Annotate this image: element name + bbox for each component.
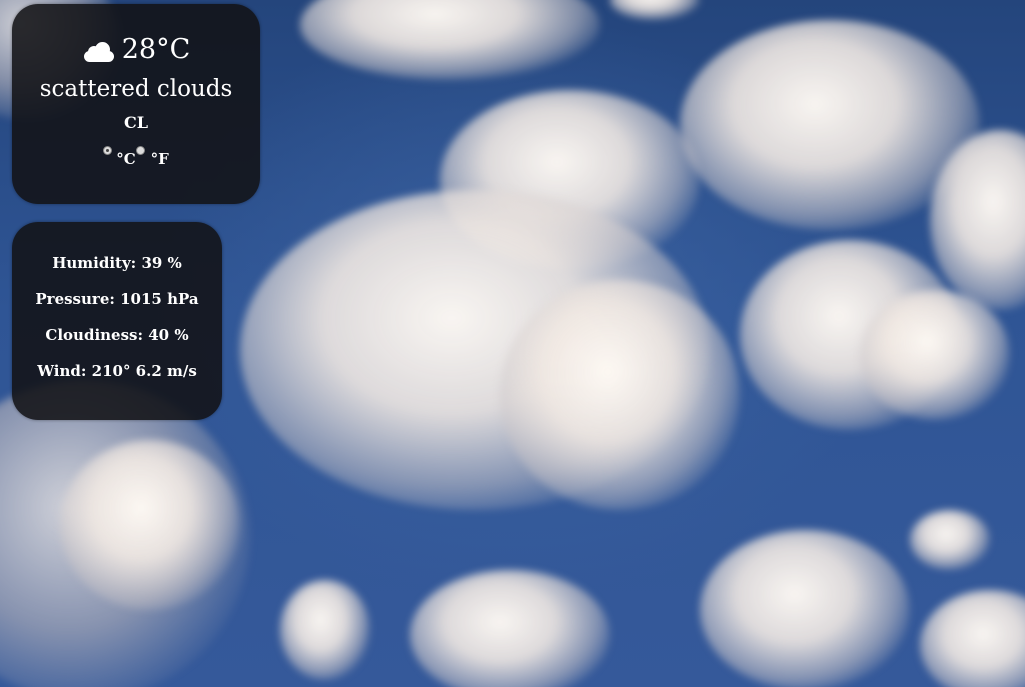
fahrenheit-label[interactable]: °F (151, 150, 169, 168)
cloudiness-value: Cloudiness: 40 % (45, 326, 189, 344)
weather-summary-card: 28°C scattered clouds CL °C °F (12, 4, 260, 204)
wind-value: Wind: 210° 6.2 m/s (37, 362, 197, 380)
weather-details-card: Humidity: 39 % Pressure: 1015 hPa Cloudi… (12, 222, 222, 420)
humidity-value: Humidity: 39 % (52, 254, 182, 272)
pressure-value: Pressure: 1015 hPa (35, 290, 199, 308)
fahrenheit-radio[interactable] (135, 146, 145, 155)
temperature-row: 28°C (12, 32, 260, 68)
cloud-icon (82, 42, 116, 62)
celsius-label[interactable]: °C (116, 150, 135, 168)
weather-description: scattered clouds (39, 76, 233, 102)
temperature-value: 28°C (121, 34, 191, 65)
country-code: CL (124, 113, 148, 132)
celsius-radio[interactable] (103, 146, 113, 155)
unit-toggle: °C °F (12, 145, 260, 168)
